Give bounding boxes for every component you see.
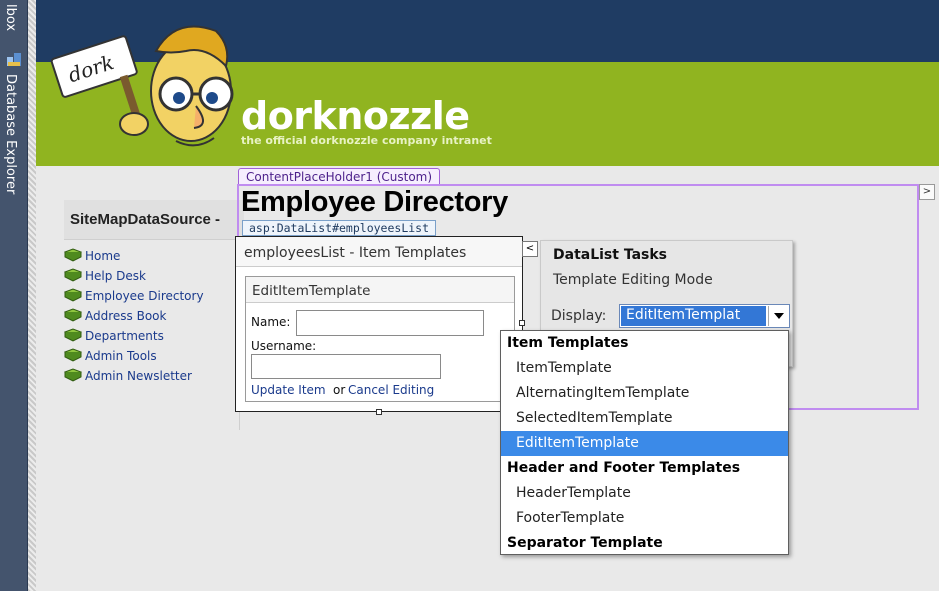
name-label: Name: [251, 315, 291, 329]
username-label: Username: [251, 339, 317, 353]
menu-item-label: Employee Directory [85, 289, 204, 303]
menu-item-departments[interactable]: Departments [63, 326, 204, 346]
template-dropdown-list: Item Templates ItemTemplate AlternatingI… [500, 330, 789, 555]
update-item-link[interactable]: Update Item [251, 383, 326, 397]
menu-item-home[interactable]: Home [63, 246, 204, 266]
option-edit-item-template[interactable]: EditItemTemplate [501, 431, 788, 456]
toolbox-sidebar: lbox Database Explorer [0, 0, 28, 591]
display-select-value: EditItemTemplat [621, 306, 766, 326]
content-placeholder-tab[interactable]: ContentPlaceHolder1 (Custom) [238, 168, 441, 185]
page-heading: Employee Directory [241, 186, 508, 218]
book-icon [63, 307, 85, 325]
toolbox-tab[interactable]: lbox [3, 4, 18, 31]
book-icon [63, 347, 85, 365]
menu-item-employee-directory[interactable]: Employee Directory [63, 286, 204, 306]
name-textbox[interactable] [296, 310, 484, 336]
datalist-tab[interactable]: asp:DataList#employeesList [242, 220, 437, 236]
menu-item-label: Help Desk [85, 269, 146, 283]
menu-item-label: Home [85, 249, 121, 263]
option-header-template[interactable]: HeaderTemplate [501, 481, 788, 506]
book-icon [63, 327, 85, 345]
database-explorer-tab[interactable]: Database Explorer [3, 74, 18, 194]
option-selected-item-template[interactable]: SelectedItemTemplate [501, 406, 788, 431]
menu-item-address-book[interactable]: Address Book [63, 306, 204, 326]
menu-item-help-desk[interactable]: Help Desk [63, 266, 204, 286]
menu-item-admin-tools[interactable]: Admin Tools [63, 346, 204, 366]
resize-handle-right[interactable] [519, 320, 525, 326]
menu-item-label: Admin Newsletter [85, 369, 192, 383]
menu-item-label: Admin Tools [85, 349, 157, 363]
option-footer-template[interactable]: FooterTemplate [501, 506, 788, 531]
book-icon [63, 287, 85, 305]
book-icon [63, 267, 85, 285]
group-item-templates: Item Templates [507, 335, 629, 351]
menu-item-label: Departments [85, 329, 164, 343]
menu-item-admin-newsletter[interactable]: Admin Newsletter [63, 366, 204, 386]
option-alternating-item-template[interactable]: AlternatingItemTemplate [501, 381, 788, 406]
tasks-title: DataList Tasks [553, 247, 667, 263]
datalist-smart-tag-arrow[interactable]: < [522, 241, 538, 257]
display-select[interactable]: EditItemTemplat [619, 304, 790, 328]
group-header-footer-templates: Header and Footer Templates [507, 460, 741, 476]
display-label: Display: [551, 308, 607, 324]
option-item-template[interactable]: ItemTemplate [501, 356, 788, 381]
site-brand: dorknozzle [241, 94, 470, 138]
site-menu: Home Help Desk Employee Directory Addres… [63, 246, 204, 386]
cancel-editing-link[interactable]: Cancel Editing [348, 383, 434, 397]
group-separator-template[interactable]: Separator Template [501, 531, 788, 556]
chevron-down-icon[interactable] [768, 306, 788, 326]
panel-edge [28, 0, 36, 591]
or-text: or [333, 383, 346, 397]
template-editing-mode-label: Template Editing Mode [553, 272, 713, 288]
sitemap-datasource-control[interactable]: SiteMapDataSource - [64, 200, 244, 240]
edit-template-title: EditItemTemplate [246, 277, 514, 303]
book-icon [63, 367, 85, 385]
placeholder-smart-tag-arrow[interactable]: > [919, 184, 935, 200]
dorknozzle-logo: dork [46, 6, 246, 170]
datalist-header: employeesList - Item Templates [236, 237, 522, 267]
book-icon [63, 247, 85, 265]
resize-handle-bottom[interactable] [376, 409, 382, 415]
database-explorer-icon [7, 52, 21, 66]
site-tagline: the official dorknozzle company intranet [241, 134, 492, 147]
menu-item-label: Address Book [85, 309, 167, 323]
username-textbox[interactable] [251, 354, 441, 379]
